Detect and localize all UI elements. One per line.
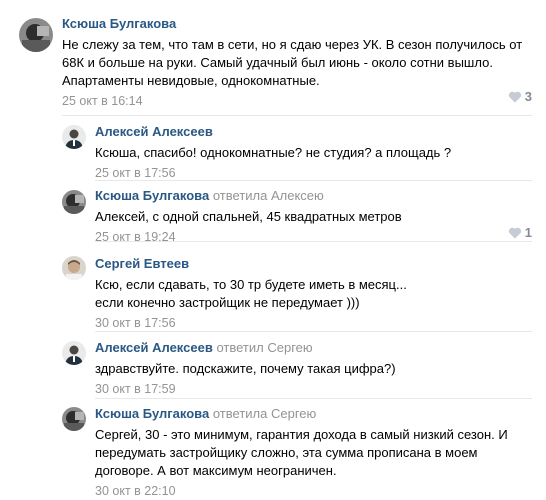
- comment-reply: Алексей Алексеев Ксюша, спасибо! одноком…: [0, 116, 546, 182]
- heart-icon: [508, 227, 521, 238]
- avatar[interactable]: [62, 341, 86, 365]
- comment-author[interactable]: Ксюша Булгакова: [95, 188, 209, 203]
- heart-icon: [508, 91, 521, 102]
- comment-text: Ксю, если сдавать, то 30 тр будете иметь…: [95, 277, 407, 310]
- like-button[interactable]: 3: [508, 89, 532, 104]
- comment-reply: Ксюша Булгакова ответила Сергею Сергей, …: [0, 398, 546, 500]
- like-count: 1: [524, 225, 532, 240]
- reply-target-link[interactable]: Алексею: [271, 188, 324, 203]
- avatar[interactable]: [19, 18, 53, 52]
- comment-date[interactable]: 30 окт в 22:10: [95, 483, 532, 499]
- reply-target-link[interactable]: Сергею: [267, 340, 312, 355]
- avatar[interactable]: [62, 190, 86, 214]
- avatar[interactable]: [62, 125, 86, 149]
- reply-to: ответил Сергею: [216, 340, 313, 355]
- avatar[interactable]: [62, 407, 86, 431]
- divider: [95, 180, 532, 181]
- like-button[interactable]: 1: [508, 225, 532, 240]
- comment-reply: Сергей Евтеев Ксю, если сдавать, то 30 т…: [0, 242, 546, 332]
- reply-target-link[interactable]: Сергею: [271, 406, 316, 421]
- comment-author[interactable]: Ксюша Булгакова: [95, 406, 209, 421]
- comment-text: здравствуйте. подскажите, почему такая ц…: [95, 361, 396, 376]
- comment-author[interactable]: Алексей Алексеев: [95, 340, 213, 355]
- comment-date[interactable]: 25 окт в 17:56: [95, 165, 532, 181]
- like-count: 3: [524, 89, 532, 104]
- avatar[interactable]: [62, 256, 86, 280]
- comment-text: Сергей, 30 - это минимум, гарантия доход…: [95, 427, 508, 478]
- comment-author[interactable]: Ксюша Булгакова: [62, 16, 176, 31]
- comment-author[interactable]: Сергей Евтеев: [95, 256, 189, 271]
- comment-date[interactable]: 30 окт в 17:59: [95, 381, 532, 397]
- comment: Ксюша Булгакова Не слежу за тем, что там…: [0, 0, 546, 116]
- comment-text: Ксюша, спасибо! однокомнатные? не студия…: [95, 145, 452, 160]
- comment-reply: Алексей Алексеев ответил Сергею здравств…: [0, 332, 546, 399]
- comment-reply: Ксюша Булгакова ответила Алексею Алексей…: [0, 182, 546, 244]
- comment-author[interactable]: Алексей Алексеев: [95, 124, 213, 139]
- reply-to: ответила Алексею: [212, 188, 324, 203]
- comment-text: Не слежу за тем, что там в сети, но я сд…: [62, 37, 523, 88]
- reply-to: ответила Сергею: [212, 406, 317, 421]
- comment-date[interactable]: 30 окт в 17:56: [95, 315, 532, 331]
- comment-text: Алексей, с одной спальней, 45 квадратных…: [95, 209, 402, 224]
- comment-date[interactable]: 25 окт в 16:14: [62, 93, 532, 109]
